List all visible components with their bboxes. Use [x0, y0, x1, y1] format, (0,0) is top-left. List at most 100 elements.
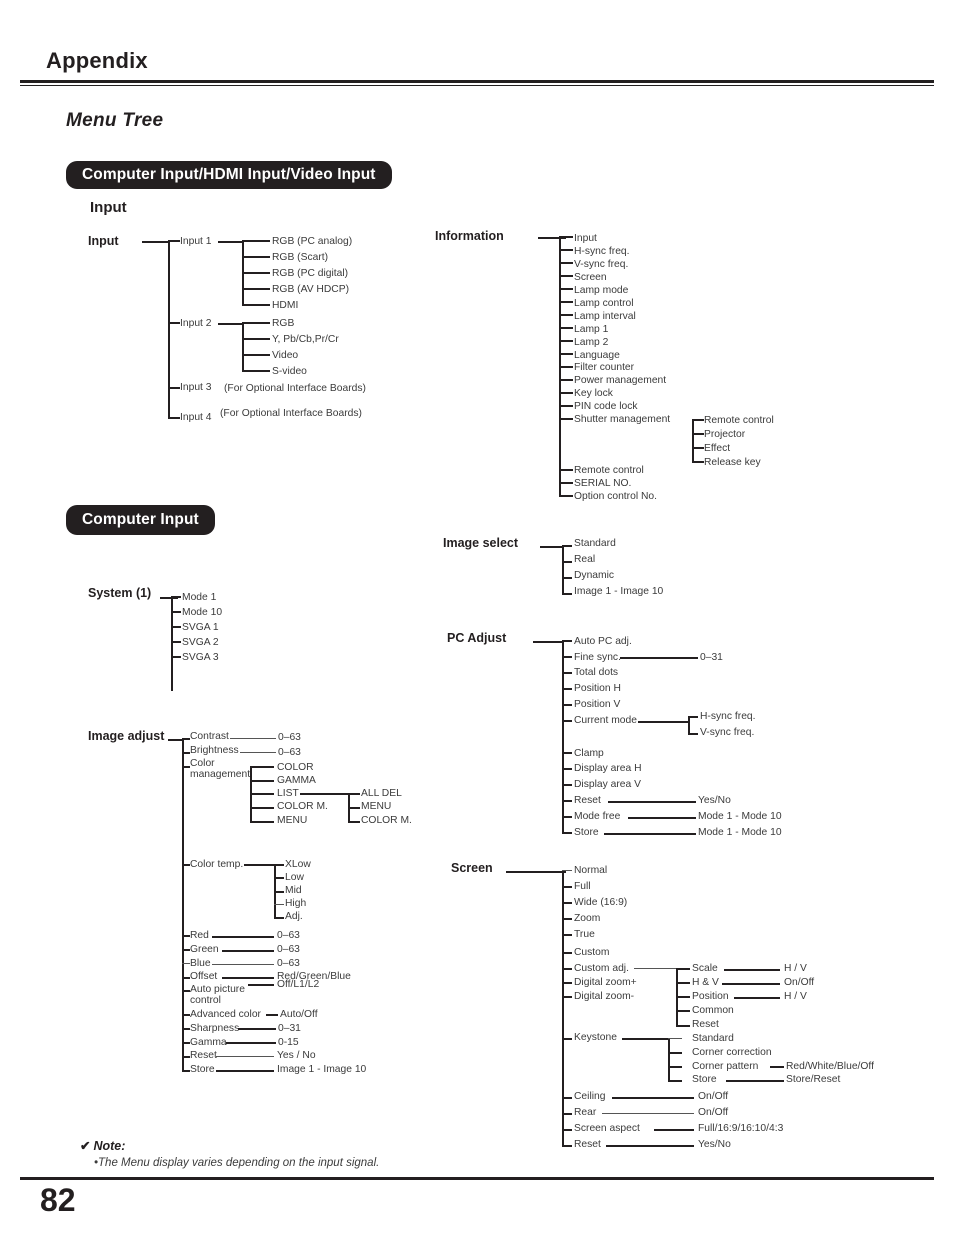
pc-current-mode-connector-0	[688, 716, 698, 718]
ia-connector-red	[182, 935, 190, 937]
screen-connector-7	[562, 982, 572, 984]
node-ia-blue-value: 0–63	[277, 958, 300, 969]
screen-connector-12	[562, 1129, 572, 1131]
node-ia-contrast: Contrast	[190, 731, 229, 742]
node-pc-mode-free: Mode free	[574, 811, 621, 822]
screen-spine	[562, 870, 564, 1147]
screen-aspect-value-line	[654, 1129, 694, 1131]
image-adjust-spine	[182, 738, 184, 1071]
pc-fine-sync-value-line	[620, 657, 698, 659]
keystone-stem	[622, 1038, 670, 1040]
info-connector-3	[559, 275, 573, 277]
appendix-page: Appendix Menu Tree Computer Input/HDMI I…	[0, 0, 954, 1235]
node-ia-green-value: 0–63	[277, 944, 300, 955]
node-input-1: Input 1	[180, 236, 212, 247]
screen-connector-13	[562, 1145, 572, 1147]
tree-root-information: Information	[435, 229, 504, 243]
node-pc-store: Store	[574, 827, 599, 838]
shutter-spine	[692, 419, 694, 462]
cm-connector-3	[250, 807, 274, 809]
ia-reset-value-line	[216, 1056, 274, 1058]
pc-connector-0	[562, 640, 572, 642]
node-keystone-corner-pattern: Corner pattern	[692, 1061, 759, 1072]
custom-adj-connector-1	[676, 982, 690, 984]
node-info-lamp-mode: Lamp mode	[574, 285, 629, 296]
node-ct-adj: Adj.	[285, 911, 303, 922]
node-video: Video	[272, 350, 299, 361]
info-connector-0	[559, 236, 573, 238]
note-text: •The Menu display varies depending on th…	[94, 1157, 380, 1169]
node-ia-sharpness: Sharpness	[190, 1023, 240, 1034]
cm-list-connector-0	[348, 793, 360, 795]
node-ia-red: Red	[190, 930, 209, 941]
pc-store-value-line	[604, 833, 696, 835]
node-keystone-standard: Standard	[692, 1033, 734, 1044]
banner-computer-hdmi-video-input: Computer Input/HDMI Input/Video Input	[66, 161, 392, 189]
ia-offset-value-line	[222, 977, 274, 979]
node-pc-display-area-h: Display area H	[574, 763, 642, 774]
screen-connector-1	[562, 886, 572, 888]
info-connector-12	[559, 392, 573, 394]
pc-connector-2	[562, 672, 572, 674]
node-pc-v-sync-freq: V-sync freq.	[700, 727, 755, 738]
node-info-lamp-2: Lamp 2	[574, 337, 609, 348]
ia-store-value-line	[216, 1070, 274, 1072]
custom-adj-stem	[634, 968, 678, 970]
input2-child1-connector	[242, 338, 270, 340]
node-info-lamp-1: Lamp 1	[574, 324, 609, 335]
input4-connector	[168, 417, 180, 419]
node-ia-contrast-value: 0–63	[278, 732, 301, 743]
node-screen-zoom: Zoom	[574, 913, 601, 924]
custom-adj-scale-value-line	[724, 969, 780, 971]
custom-adj-connector-3	[676, 1010, 690, 1012]
node-screen-ceiling-value: On/Off	[698, 1091, 729, 1102]
image-select-spine	[562, 545, 564, 593]
ia-connector-reset	[182, 1056, 190, 1058]
node-cm-list: LIST	[277, 788, 299, 799]
node-ia-advanced-color: Advanced color	[190, 1009, 261, 1020]
header-rule-thick	[20, 80, 934, 83]
node-ia-auto-picture-control: Auto picture control	[190, 984, 245, 1006]
system1-connector-0	[171, 596, 181, 598]
ia-connector-brightness	[182, 752, 190, 754]
pc-connector-7	[562, 768, 572, 770]
node-pc-fine-sync: Fine sync.	[574, 652, 621, 663]
node-shutter-remote-control: Remote control	[704, 415, 774, 426]
image-select-connector-1	[562, 561, 572, 563]
keystone-store-value-line	[726, 1080, 784, 1082]
pc-connector-4	[562, 704, 572, 706]
custom-adj-connector-4	[676, 1025, 690, 1027]
input2-child2-connector	[242, 354, 270, 356]
input3-connector	[168, 387, 180, 389]
screen-connector-11	[562, 1113, 572, 1115]
node-info-screen: Screen	[574, 272, 607, 283]
ct-stem	[244, 864, 276, 866]
custom-adj-connector-2	[676, 996, 690, 998]
node-rgb-pc-analog: RGB (PC analog)	[272, 236, 353, 247]
node-ia-reset-value: Yes / No	[277, 1050, 316, 1061]
node-rgb-av-hdcp: RGB (AV HDCP)	[272, 284, 350, 295]
keystone-connector-2	[668, 1066, 682, 1068]
node-screen-rear-value: On/Off	[698, 1107, 729, 1118]
info-connector-13	[559, 405, 573, 407]
note-heading: ✔ Note:	[80, 1138, 379, 1153]
node-ia-gamma-value: 0-15	[278, 1037, 299, 1048]
pc-connector-1	[562, 656, 572, 658]
info-connector-9	[559, 353, 573, 355]
node-custom-adj-h-and-v: H & V	[692, 977, 719, 988]
custom-adj-position-value-line	[734, 997, 780, 999]
shutter-connector-0	[692, 419, 704, 421]
node-keystone-store-value: Store/Reset	[786, 1074, 841, 1085]
node-input-3-note: (For Optional Interface Boards)	[224, 383, 366, 394]
ia-connector-auto-picture-control	[182, 990, 190, 992]
node-pc-clamp: Clamp	[574, 748, 604, 759]
node-ia-gamma: Gamma	[190, 1037, 227, 1048]
pc-connector-6	[562, 752, 572, 754]
node-cm-list-all-del: ALL DEL	[361, 788, 402, 799]
node-ia-red-value: 0–63	[277, 930, 300, 941]
node-screen-full: Full	[574, 881, 591, 892]
keystone-connector-3	[668, 1080, 682, 1082]
pc-mode-free-value-line	[628, 817, 696, 819]
node-custom-adj-scale-value: H / V	[784, 963, 807, 974]
node-shutter-release-key: Release key	[704, 457, 761, 468]
